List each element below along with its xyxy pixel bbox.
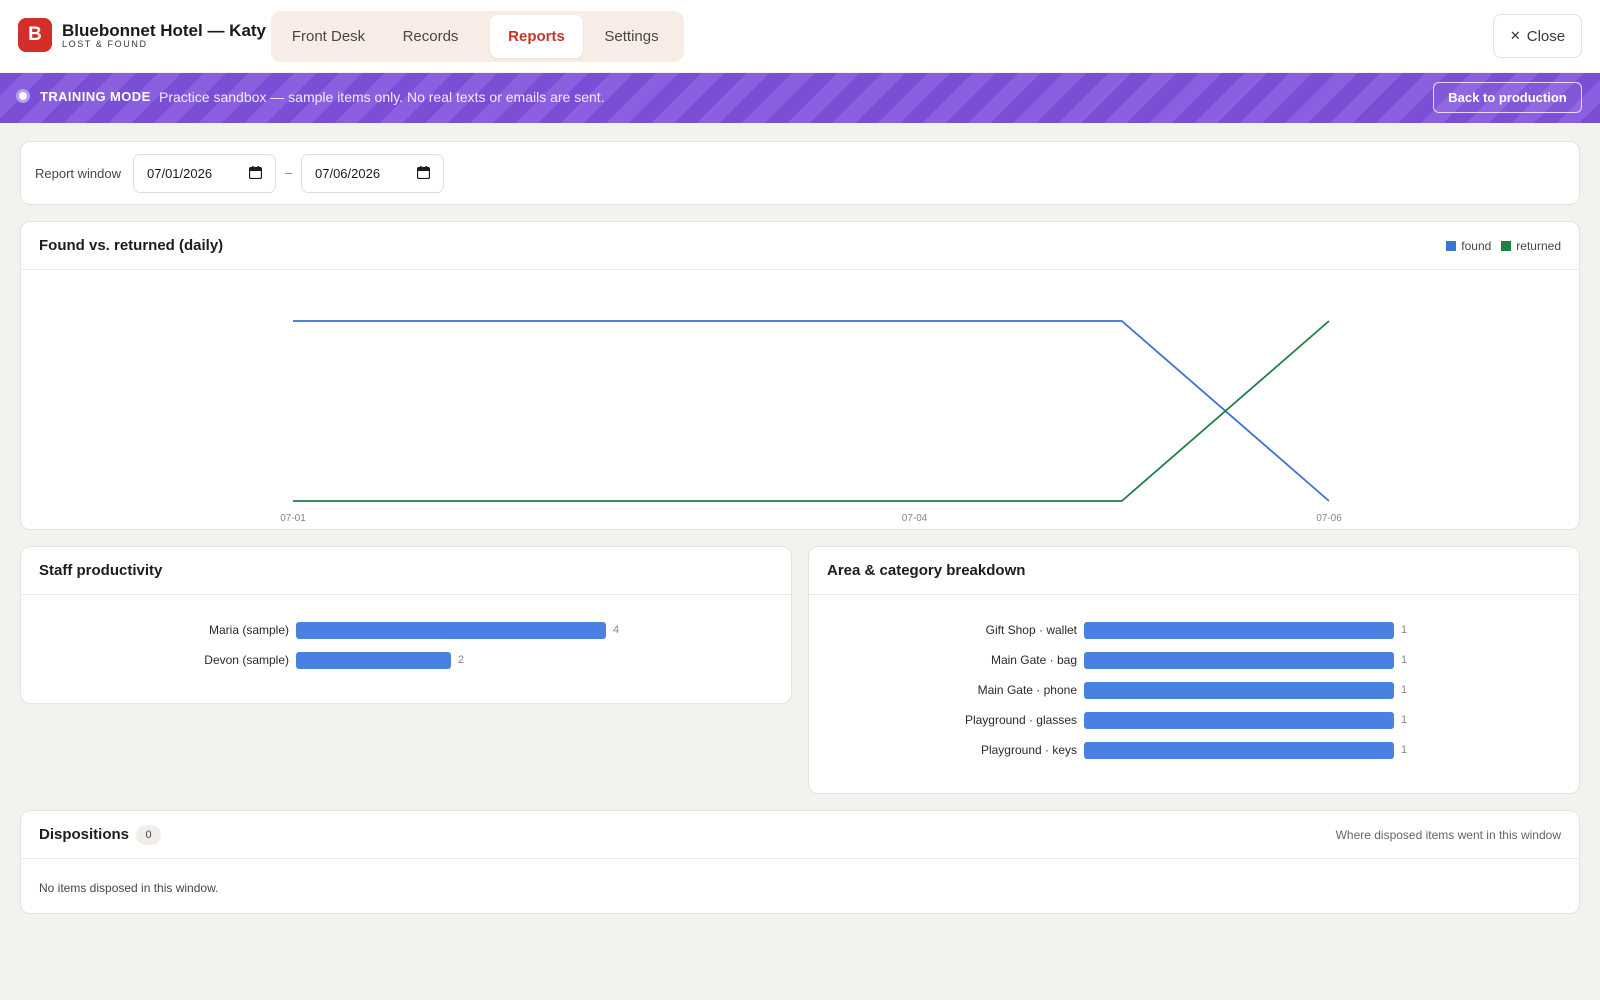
bar-value-label: 2 bbox=[458, 654, 465, 666]
bar-label: Main Gate · phone bbox=[977, 683, 1077, 697]
close-button[interactable]: ✕ Close bbox=[1493, 14, 1582, 58]
app-subtitle: LOST & FOUND bbox=[62, 39, 148, 49]
card-header: Dispositions 0 Where disposed items went… bbox=[21, 811, 1579, 859]
start-date-value: 07/01/2026 bbox=[147, 166, 213, 181]
report-window-label: Report window bbox=[35, 166, 121, 181]
bar bbox=[1084, 622, 1394, 639]
bar-row: Main Gate · phone 1 bbox=[809, 681, 1579, 701]
back-to-production-button[interactable]: Back to production bbox=[1433, 82, 1582, 113]
start-date-input[interactable]: 07/01/2026 bbox=[133, 154, 276, 193]
end-date-input[interactable]: 07/06/2026 bbox=[301, 154, 444, 193]
dispositions-count-badge: 0 bbox=[136, 825, 161, 845]
bar-label: Gift Shop · wallet bbox=[985, 623, 1077, 637]
chart-title: Found vs. returned (daily) bbox=[39, 237, 224, 254]
close-label: Close bbox=[1526, 27, 1566, 45]
dispositions-title: Dispositions bbox=[39, 826, 130, 843]
bar-row: Gift Shop · wallet 1 bbox=[809, 621, 1579, 641]
bar-row: Maria (sample) 4 bbox=[21, 621, 791, 641]
hotel-name: Bluebonnet Hotel — Katy bbox=[62, 21, 267, 40]
close-icon: ✕ bbox=[1509, 28, 1521, 43]
found-vs-returned-card: Found vs. returned (daily) found returne… bbox=[20, 221, 1580, 530]
tab-records[interactable]: Records bbox=[382, 15, 479, 58]
dispositions-note: Where disposed items went in this window bbox=[1335, 828, 1561, 842]
dispositions-card: Dispositions 0 Where disposed items went… bbox=[20, 810, 1580, 914]
bar-row: Devon (sample) 2 bbox=[21, 651, 791, 671]
bar-label: Devon (sample) bbox=[204, 653, 289, 667]
report-window-card: Report window 07/01/2026 – 07/06/2026 bbox=[20, 141, 1580, 205]
card-header: Area & category breakdown bbox=[809, 547, 1579, 595]
x-tick-label: 07-01 bbox=[280, 513, 306, 524]
bar bbox=[1084, 652, 1394, 669]
bar-row: Main Gate · bag 1 bbox=[809, 651, 1579, 671]
area-category-card: Area & category breakdown Gift Shop · wa… bbox=[808, 546, 1580, 794]
series-line-returned bbox=[293, 320, 1330, 502]
chart-legend: found returned bbox=[1446, 239, 1561, 253]
tab-front-desk[interactable]: Front Desk bbox=[275, 15, 382, 58]
card-header: Staff productivity bbox=[21, 547, 791, 595]
bar-value-label: 1 bbox=[1401, 744, 1408, 756]
bar-value-label: 4 bbox=[613, 624, 620, 636]
end-date-value: 07/06/2026 bbox=[315, 166, 381, 181]
bar bbox=[1084, 712, 1394, 729]
training-indicator-icon bbox=[16, 89, 30, 103]
bar-row: Playground · keys 1 bbox=[809, 741, 1579, 761]
card-header: Found vs. returned (daily) found returne… bbox=[21, 222, 1579, 270]
bar bbox=[296, 622, 606, 639]
bar-value-label: 1 bbox=[1401, 654, 1408, 666]
bar-value-label: 1 bbox=[1401, 624, 1408, 636]
app-header: B Bluebonnet Hotel — Katy LOST & FOUND F… bbox=[0, 0, 1600, 72]
hotel-logo: B bbox=[18, 18, 52, 52]
bar-label: Playground · keys bbox=[980, 743, 1077, 757]
legend-item-returned: returned bbox=[1501, 239, 1561, 253]
training-mode-label: TRAINING MODE bbox=[40, 89, 151, 104]
legend-label-found: found bbox=[1461, 239, 1492, 253]
training-message: Practice sandbox — sample items only. No… bbox=[159, 89, 605, 105]
legend-item-found: found bbox=[1446, 239, 1491, 253]
x-tick-label: 07-04 bbox=[902, 513, 928, 524]
bar bbox=[1084, 742, 1394, 759]
x-tick-label: 07-06 bbox=[1316, 513, 1342, 524]
tab-reports[interactable]: Reports bbox=[490, 15, 583, 58]
legend-label-returned: returned bbox=[1516, 239, 1561, 253]
calendar-icon[interactable] bbox=[249, 166, 262, 179]
staff-productivity-title: Staff productivity bbox=[39, 562, 163, 579]
dispositions-empty-message: No items disposed in this window. bbox=[39, 881, 219, 895]
bar-row: Playground · glasses 1 bbox=[809, 711, 1579, 731]
legend-swatch-returned bbox=[1501, 241, 1512, 251]
staff-productivity-card: Staff productivity Maria (sample) 4 Devon … bbox=[20, 546, 792, 704]
bar bbox=[296, 652, 451, 669]
date-range-separator: – bbox=[285, 165, 293, 180]
bar-label: Main Gate · bag bbox=[990, 653, 1077, 667]
bar-value-label: 1 bbox=[1401, 684, 1408, 696]
bar-value-label: 1 bbox=[1401, 714, 1408, 726]
area-category-title: Area & category breakdown bbox=[827, 562, 1026, 579]
training-banner: TRAINING MODE Practice sandbox — sample … bbox=[0, 73, 1600, 123]
calendar-icon[interactable] bbox=[417, 166, 430, 179]
bar-label: Maria (sample) bbox=[208, 623, 289, 637]
bar-label: Playground · glasses bbox=[964, 713, 1077, 727]
series-line-found bbox=[293, 320, 1330, 502]
main-tabs: Front Desk Records Reports Settings bbox=[271, 11, 684, 62]
legend-swatch-found bbox=[1446, 241, 1457, 251]
tab-settings[interactable]: Settings bbox=[583, 15, 680, 58]
line-chart: 07-01 07-04 07-06 bbox=[280, 320, 1342, 524]
bar bbox=[1084, 682, 1394, 699]
